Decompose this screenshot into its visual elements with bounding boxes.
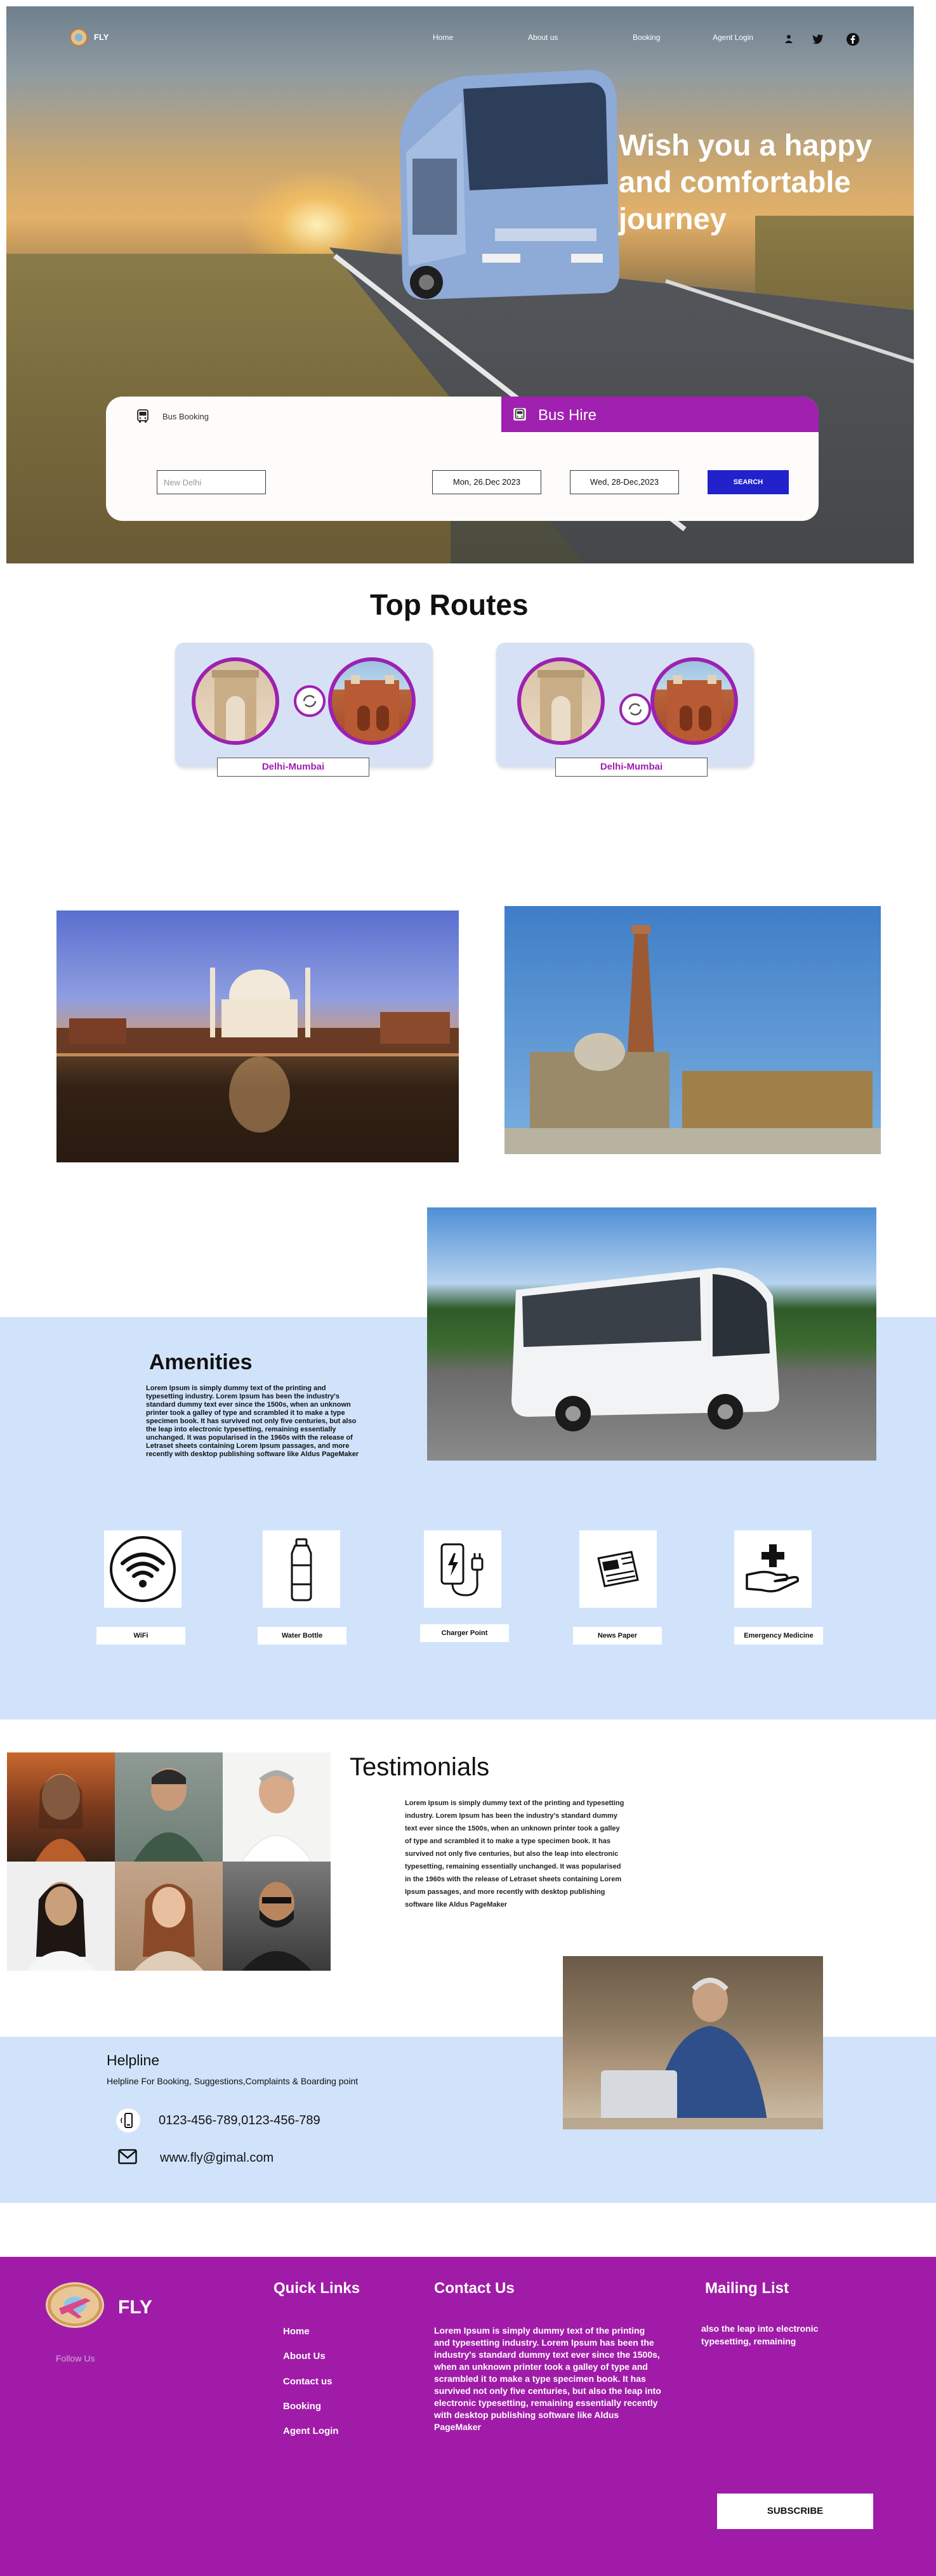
testimonial-avatar	[7, 1752, 115, 1862]
route-label[interactable]: Delhi-Mumbai	[555, 758, 708, 777]
footer-brand: FLY	[118, 2297, 152, 2318]
mail-icon	[118, 2149, 137, 2164]
quick-links-title: Quick Links	[274, 2280, 360, 2297]
testimonials-text: Lorem Ipsum is simply dummy text of the …	[405, 1799, 624, 1909]
hero-bus-image	[400, 70, 619, 299]
charger-icon	[440, 1543, 484, 1596]
amenity-label-newspaper: News Paper	[573, 1627, 662, 1645]
testimonial-avatar	[7, 1862, 115, 1971]
testimonial-avatar	[223, 1752, 331, 1862]
tab-bus-booking[interactable]: Bus Booking	[162, 412, 209, 421]
testimonial-avatar	[223, 1862, 331, 1971]
follow-us-label: Follow Us	[56, 2353, 95, 2363]
water-bottle-icon	[291, 1538, 312, 1601]
contact-us-text: Lorem Ipsum is simply dummy text of the …	[434, 2325, 661, 2432]
amenity-tile-water	[263, 1530, 340, 1608]
amenity-tile-charger	[424, 1530, 501, 1608]
taj-mahal-photo	[56, 910, 459, 1162]
helpline-phone[interactable]: 0123-456-789,0123-456-789	[159, 2113, 320, 2128]
amenity-tile-wifi	[104, 1530, 181, 1608]
hero-heading: Wish you a happy and comfortable journey	[619, 128, 873, 235]
white-bus-photo	[427, 1207, 876, 1461]
swap-route-icon[interactable]	[619, 693, 651, 725]
footer-logo[interactable]	[46, 2282, 104, 2328]
medicine-icon	[746, 1544, 800, 1593]
testimonial-avatar	[115, 1862, 223, 1971]
search-button[interactable]: SEARCH	[708, 470, 789, 494]
facebook-icon[interactable]	[847, 33, 859, 46]
amenity-label-charger: Charger Point	[420, 1624, 509, 1642]
wifi-icon	[110, 1536, 176, 1602]
helpline-title: Helpline	[107, 2052, 160, 2068]
footer-link-booking[interactable]: Booking	[283, 2401, 321, 2412]
amenity-tile-medicine	[734, 1530, 812, 1608]
india-gate-image	[192, 657, 279, 745]
user-icon[interactable]	[784, 34, 793, 43]
amenities-title: Amenities	[149, 1350, 253, 1374]
bus-icon	[137, 409, 148, 423]
helpline-subtitle: Helpline For Booking, Suggestions,Compla…	[107, 2076, 359, 2086]
testimonial-avatar	[115, 1752, 223, 1862]
phone-icon	[116, 2108, 140, 2132]
footer-link-contact[interactable]: Contact us	[283, 2376, 333, 2387]
nav-about[interactable]: About us	[528, 33, 558, 42]
amenity-label-wifi: WiFi	[96, 1627, 185, 1645]
top-routes-title: Top Routes	[370, 588, 529, 621]
route-label[interactable]: Delhi-Mumbai	[217, 758, 369, 777]
return-date-field[interactable]: Wed, 28-Dec,2023	[570, 470, 679, 494]
swap-route-icon[interactable]	[294, 685, 326, 717]
brand-name[interactable]: FLY	[94, 32, 109, 42]
india-gate-image	[517, 657, 605, 745]
mailing-list-text: also the leap into electronic typesettin…	[701, 2323, 819, 2346]
red-fort-image	[650, 657, 738, 745]
subscribe-button[interactable]: SUBSCRIBE	[717, 2494, 873, 2529]
mailing-list-title: Mailing List	[705, 2280, 789, 2297]
twitter-icon[interactable]	[812, 33, 824, 44]
helpline-email[interactable]: www.fly@gimal.com	[160, 2151, 274, 2165]
tab-bus-hire-label[interactable]: Bus Hire	[538, 407, 597, 424]
footer-link-agent-login[interactable]: Agent Login	[283, 2426, 338, 2436]
nav-agent-login[interactable]: Agent Login	[713, 33, 753, 42]
amenity-label-medicine: Emergency Medicine	[734, 1627, 823, 1645]
footer-link-home[interactable]: Home	[283, 2326, 310, 2337]
footer-link-about[interactable]: About Us	[283, 2351, 326, 2362]
from-city-input[interactable]	[157, 470, 266, 494]
amenity-label-water: Water Bottle	[258, 1627, 346, 1645]
red-fort-image	[328, 657, 416, 745]
customer-support-photo	[563, 1956, 823, 2129]
nav-booking[interactable]: Booking	[633, 33, 660, 42]
testimonials-title: Testimonials	[350, 1753, 490, 1781]
qutub-minar-photo	[504, 906, 881, 1154]
bus-icon	[513, 408, 526, 421]
logo[interactable]	[70, 29, 88, 46]
newspaper-icon	[597, 1551, 639, 1587]
amenity-tile-newspaper	[579, 1530, 657, 1608]
depart-date-field[interactable]: Mon, 26.Dec 2023	[432, 470, 541, 494]
contact-us-title: Contact Us	[434, 2280, 515, 2297]
amenities-description: Lorem Ipsum is simply dummy text of the …	[146, 1384, 359, 1458]
nav-home[interactable]: Home	[433, 33, 453, 42]
